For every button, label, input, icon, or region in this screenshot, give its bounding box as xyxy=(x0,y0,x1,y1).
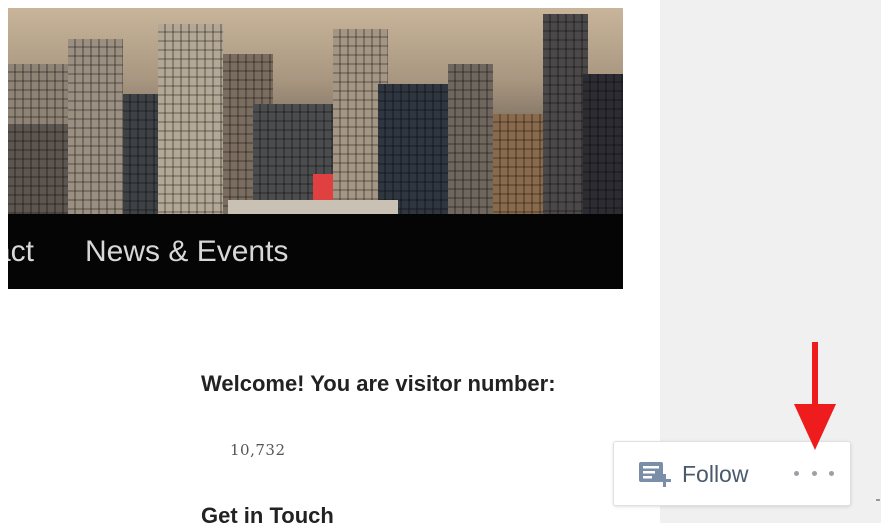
get-in-touch-heading: Get in Touch xyxy=(201,503,334,528)
annotation-arrow-shaft xyxy=(812,342,818,412)
more-horizontal-icon xyxy=(829,470,834,476)
visitor-counter: 10,732 xyxy=(230,441,286,459)
more-horizontal-icon xyxy=(811,470,817,476)
follow-reader-icon xyxy=(638,460,672,488)
nav-item-news-events[interactable]: News & Events xyxy=(85,214,288,289)
main-navigation: act News & Events xyxy=(8,214,623,289)
edge-mark xyxy=(876,499,880,501)
more-options-button[interactable] xyxy=(794,462,834,484)
annotation-arrow-down-icon xyxy=(794,404,836,450)
follow-button[interactable]: Follow xyxy=(638,458,748,490)
header-image xyxy=(8,8,623,214)
follow-label: Follow xyxy=(682,460,749,487)
more-horizontal-icon xyxy=(794,470,799,476)
nav-item-contact[interactable]: act xyxy=(8,214,34,289)
page-content: act News & Events Welcome! You are visit… xyxy=(0,0,660,528)
follow-widget: Follow xyxy=(613,441,851,506)
visitor-welcome-heading: Welcome! You are visitor number: xyxy=(201,371,556,396)
